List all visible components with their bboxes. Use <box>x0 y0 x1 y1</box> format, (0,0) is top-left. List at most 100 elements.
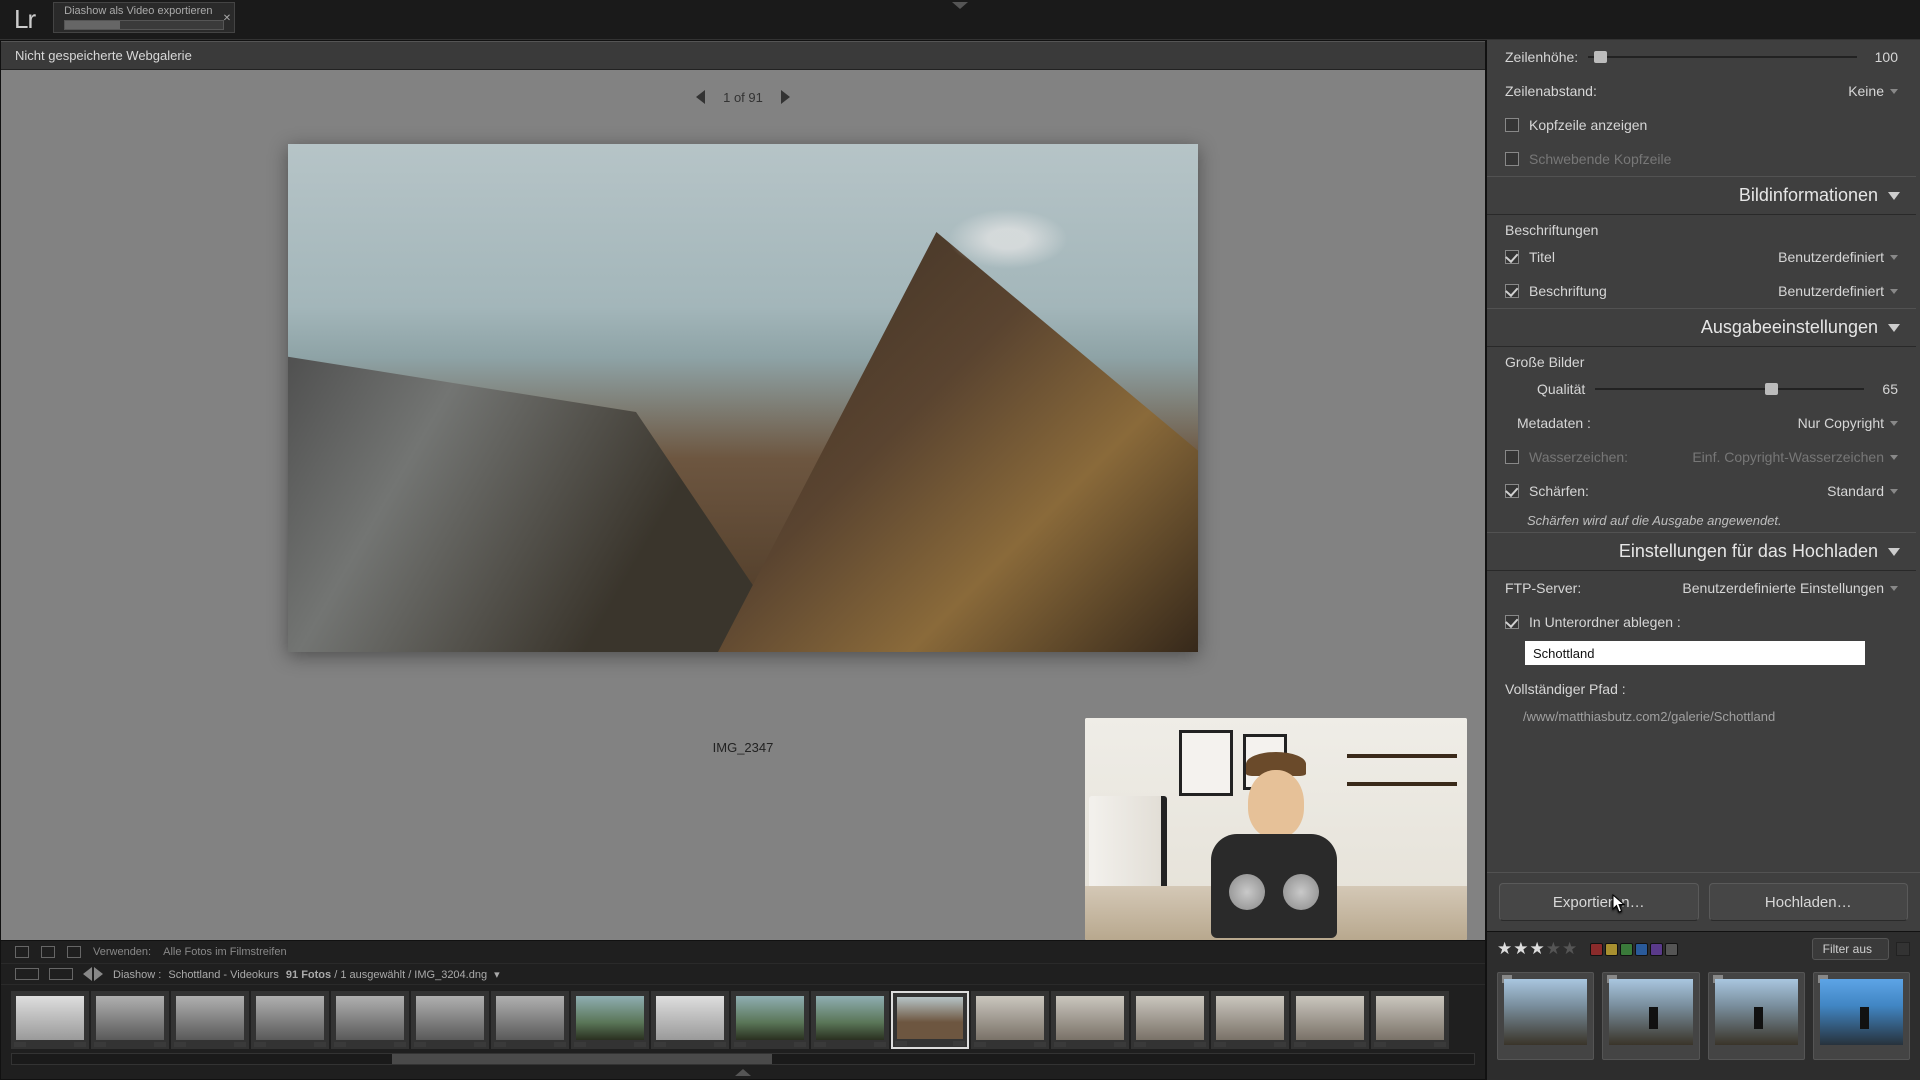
dropdown-icon[interactable] <box>1890 489 1898 494</box>
view-mode-icon-2[interactable] <box>49 968 73 980</box>
section-ausgabe[interactable]: Ausgabeeinstellungen <box>1487 308 1916 347</box>
film-thumb[interactable] <box>1131 991 1209 1049</box>
film-thumb[interactable] <box>1371 991 1449 1049</box>
film-thumb[interactable] <box>171 991 249 1049</box>
rating-bar: ★ ★ ★ ★ ★ Filter aus <box>1487 931 1920 966</box>
breadcrumb[interactable]: Diashow : Schottland - Videokurs 91 Foto… <box>113 968 504 981</box>
film-thumb[interactable] <box>651 991 729 1049</box>
film-thumb[interactable] <box>971 991 1049 1049</box>
film-thumb[interactable] <box>571 991 649 1049</box>
row-height-value[interactable]: 100 <box>1875 49 1898 65</box>
secondary-thumb[interactable] <box>1813 972 1910 1060</box>
export-task-tab[interactable]: Diashow als Video exportieren ✕ <box>53 2 235 33</box>
film-thumb[interactable] <box>251 991 329 1049</box>
row-beschriftung: Beschriftung Benutzerdefiniert <box>1487 274 1916 308</box>
secondary-thumbnails <box>1487 966 1920 1070</box>
row-kopfzeile[interactable]: Kopfzeile anzeigen <box>1487 108 1916 142</box>
filmstrip-scrollbar[interactable] <box>11 1053 1475 1065</box>
star-2[interactable]: ★ <box>1513 939 1528 959</box>
film-thumb-selected[interactable] <box>891 991 969 1049</box>
color-chip-yellow[interactable] <box>1605 943 1618 956</box>
image-caption: IMG_2347 <box>713 740 774 755</box>
primary-display-icon[interactable] <box>15 946 29 958</box>
color-chip-purple[interactable] <box>1650 943 1663 956</box>
prev-button[interactable] <box>696 90 705 104</box>
filter-toggle[interactable] <box>1896 942 1910 956</box>
large-images-subhead: Große Bilder <box>1487 347 1916 372</box>
dropdown-icon[interactable] <box>1890 586 1898 591</box>
checkbox-titel[interactable] <box>1505 250 1519 264</box>
star-3[interactable]: ★ <box>1530 939 1545 959</box>
quality-value[interactable]: 65 <box>1882 381 1898 397</box>
dropdown-icon[interactable] <box>1890 421 1898 426</box>
film-thumb[interactable] <box>411 991 489 1049</box>
view-mode-icon[interactable] <box>15 968 39 980</box>
nav-fwd-icon[interactable] <box>94 967 103 981</box>
close-icon[interactable]: ✕ <box>223 13 231 24</box>
section-label: Bildinformationen <box>1739 185 1878 206</box>
row-height-slider[interactable] <box>1588 56 1856 58</box>
pager: 1 of 91 <box>696 84 790 110</box>
film-thumb[interactable] <box>811 991 889 1049</box>
section-hochladen[interactable]: Einstellungen für das Hochladen <box>1487 532 1916 571</box>
color-chip-blue[interactable] <box>1635 943 1648 956</box>
film-thumb[interactable] <box>491 991 569 1049</box>
crumb-2: Schottland - Videokurs <box>168 969 278 981</box>
film-thumb[interactable] <box>1211 991 1289 1049</box>
floating-header-label: Schwebende Kopfzeile <box>1529 151 1671 167</box>
metadata-value[interactable]: Nur Copyright <box>1798 415 1884 431</box>
labels-subhead: Beschriftungen <box>1487 215 1916 240</box>
star-5[interactable]: ★ <box>1562 939 1577 959</box>
next-button[interactable] <box>781 90 790 104</box>
nav-back-icon[interactable] <box>83 967 92 981</box>
subfolder-input[interactable] <box>1525 641 1865 665</box>
checkbox-kopfzeile[interactable] <box>1505 118 1519 132</box>
film-thumb[interactable] <box>331 991 409 1049</box>
dropdown-icon[interactable] <box>1890 89 1898 94</box>
chevron-down-icon[interactable] <box>952 2 968 9</box>
section-bildinformationen[interactable]: Bildinformationen <box>1487 176 1916 215</box>
upload-button[interactable]: Hochladen… <box>1709 883 1909 921</box>
star-4[interactable]: ★ <box>1546 939 1561 959</box>
checkbox-wasserzeichen[interactable] <box>1505 450 1519 464</box>
show-header-label: Kopfzeile anzeigen <box>1529 117 1647 133</box>
secondary-display-icon[interactable] <box>41 946 55 958</box>
dropdown-icon[interactable] <box>1890 255 1898 260</box>
film-thumb[interactable] <box>11 991 89 1049</box>
color-chip-none[interactable] <box>1665 943 1678 956</box>
dropdown-icon <box>1890 455 1898 460</box>
color-chip-green[interactable] <box>1620 943 1633 956</box>
grid-icon[interactable] <box>67 946 81 958</box>
dropdown-icon[interactable]: ▾ <box>494 969 500 981</box>
secondary-thumb[interactable] <box>1602 972 1699 1060</box>
main-preview-area: Nicht gespeicherte Webgalerie 1 of 91 IM… <box>0 40 1486 1080</box>
checkbox-schaerfen[interactable] <box>1505 484 1519 498</box>
color-chip-red[interactable] <box>1590 943 1603 956</box>
star-1[interactable]: ★ <box>1497 939 1512 959</box>
quality-slider[interactable] <box>1595 388 1864 390</box>
caption-value[interactable]: Benutzerdefiniert <box>1778 283 1884 299</box>
ftp-value[interactable]: Benutzerdefinierte Einstellungen <box>1682 580 1884 596</box>
chevron-up-icon[interactable] <box>1 1069 1485 1079</box>
checkbox-subfolder[interactable] <box>1505 615 1519 629</box>
secondary-thumb[interactable] <box>1497 972 1594 1060</box>
secondary-thumb[interactable] <box>1708 972 1805 1060</box>
film-thumb[interactable] <box>91 991 169 1049</box>
title-value[interactable]: Benutzerdefiniert <box>1778 249 1884 265</box>
dropdown-icon[interactable] <box>1890 289 1898 294</box>
metadata-label: Metadaten : <box>1517 415 1591 431</box>
use-value[interactable]: Alle Fotos im Filmstreifen <box>163 946 286 958</box>
main-image[interactable] <box>288 144 1198 652</box>
sharpen-value[interactable]: Standard <box>1827 483 1884 499</box>
film-thumb[interactable] <box>1051 991 1129 1049</box>
filter-dropdown[interactable]: Filter aus <box>1812 938 1889 960</box>
row-spacing-value[interactable]: Keine <box>1848 83 1884 99</box>
pip-video-overlay <box>1085 718 1467 940</box>
use-label: Verwenden: <box>93 946 151 958</box>
filmstrip-toolbar: Verwenden: Alle Fotos im Filmstreifen <box>1 941 1485 964</box>
row-zeilenhoehe: Zeilenhöhe: 100 <box>1487 40 1916 74</box>
film-thumb[interactable] <box>1291 991 1369 1049</box>
export-button[interactable]: Exportieren… <box>1499 883 1699 921</box>
film-thumb[interactable] <box>731 991 809 1049</box>
checkbox-beschriftung[interactable] <box>1505 284 1519 298</box>
